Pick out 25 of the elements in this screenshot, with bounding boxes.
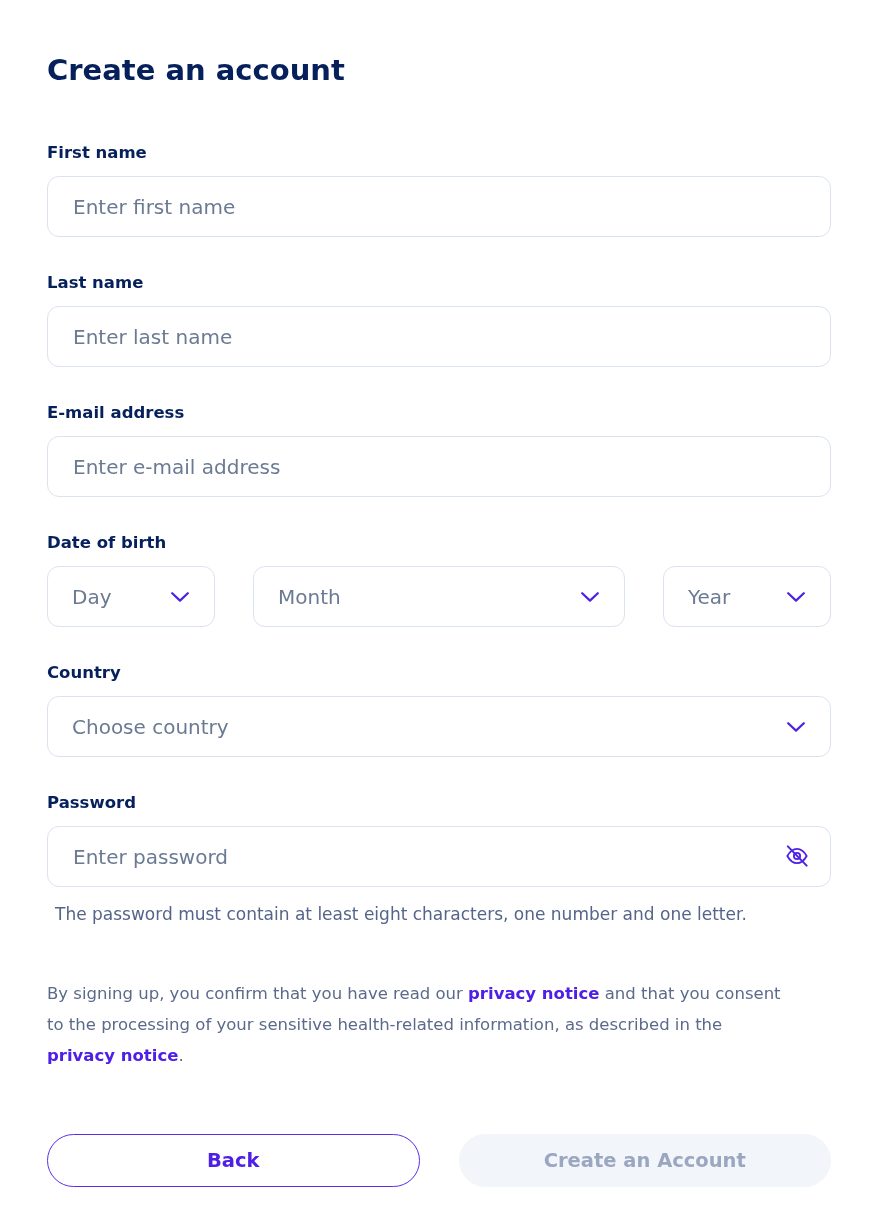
date-dropdown[interactable]: Month — [253, 566, 625, 627]
password-field[interactable]: Enter password — [47, 826, 831, 887]
consent-text: By signing up, you confirm that you have read our privacy notice and that you consent to the processing of your sensitive health-related information, as described in the privacy notice. — [47, 983, 782, 1067]
password-hint: The password must contain at least eight characters, one number and one letter. — [54, 903, 747, 925]
page-title: Create an account — [47, 52, 345, 89]
chevron-down-icon — [787, 591, 805, 602]
privacy-notice-link[interactable]: privacy notice — [468, 984, 600, 1003]
country-dropdown[interactable]: Choose country — [47, 696, 831, 757]
text-field[interactable]: Enter e-mail address — [47, 436, 831, 497]
chevron-down-icon — [581, 591, 599, 602]
chevron-down-icon — [171, 591, 189, 602]
field-label: Last name — [47, 272, 144, 294]
chevron-down-icon — [787, 721, 805, 732]
field-label: First name — [47, 142, 147, 164]
text-field[interactable]: Enter first name — [47, 176, 831, 237]
date-dropdown[interactable]: Day — [47, 566, 215, 627]
date-dropdown[interactable]: Year — [663, 566, 831, 627]
field-label: Password — [47, 792, 136, 814]
text-field[interactable]: Enter last name — [47, 306, 831, 367]
field-label: E-mail address — [47, 402, 185, 424]
field-label: Date of birth — [47, 532, 167, 554]
back-button[interactable]: Back — [47, 1134, 420, 1187]
eye-slash-icon[interactable] — [785, 845, 809, 867]
field-label: Country — [47, 662, 121, 684]
privacy-notice-link[interactable]: privacy notice — [47, 1046, 179, 1065]
